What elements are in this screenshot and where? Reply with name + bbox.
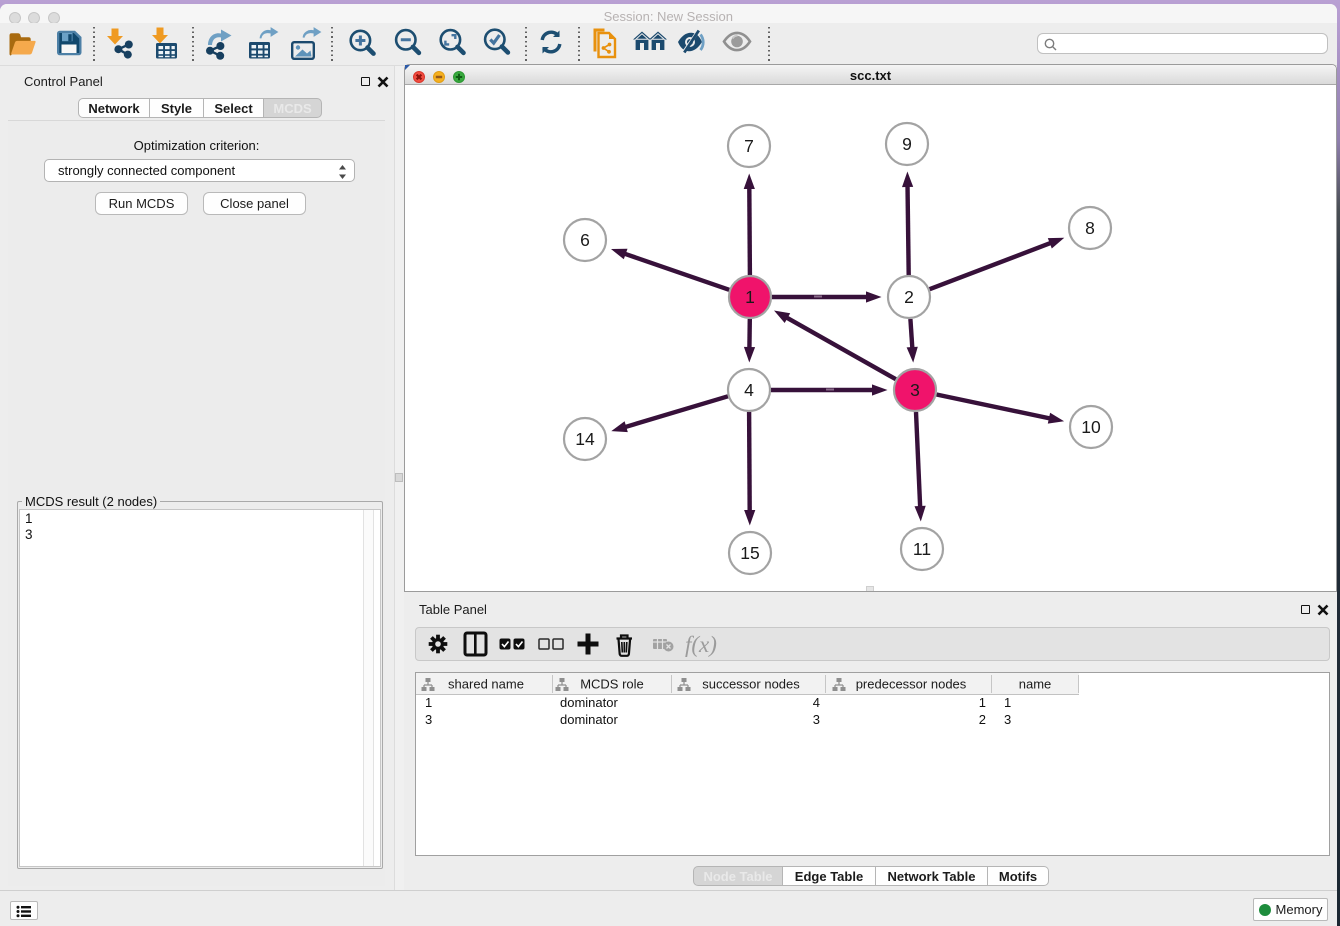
svg-text:11: 11 <box>913 539 931 559</box>
svg-text:f(x): f(x) <box>685 632 717 657</box>
svg-text:successor nodes: successor nodes <box>702 677 800 692</box>
svg-text:3: 3 <box>910 380 920 400</box>
svg-text:7: 7 <box>744 136 754 156</box>
svg-text:shared name: shared name <box>448 677 524 692</box>
svg-text:15: 15 <box>740 543 759 563</box>
svg-text:4: 4 <box>744 380 754 400</box>
svg-text:10: 10 <box>1081 417 1101 437</box>
svg-text:predecessor nodes: predecessor nodes <box>856 677 967 692</box>
svg-text:2: 2 <box>904 287 914 307</box>
svg-text:9: 9 <box>902 134 912 154</box>
svg-text:14: 14 <box>575 429 595 449</box>
svg-text:1: 1 <box>745 287 755 307</box>
svg-text:name: name <box>1019 677 1052 692</box>
svg-text:8: 8 <box>1085 218 1095 238</box>
svg-text:6: 6 <box>580 230 590 250</box>
svg-text:MCDS role: MCDS role <box>580 677 644 692</box>
